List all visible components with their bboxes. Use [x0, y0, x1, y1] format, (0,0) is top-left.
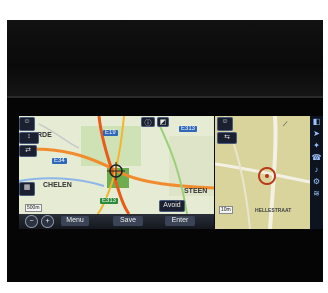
bezel-divider: [7, 96, 323, 98]
road-shield-e34: E34: [52, 158, 67, 164]
phone-icon[interactable]: ☎: [310, 152, 323, 164]
music-icon[interactable]: ♪: [310, 164, 323, 176]
scale-indicator-left: 500m: [25, 204, 42, 212]
map-icon[interactable]: ◧: [310, 116, 323, 128]
info-icon[interactable]: ⓘ: [141, 117, 155, 127]
navigation-screen: RDE CHELEN STEEN E19 E313 E34 E313 ☺ ↕ ⇄…: [19, 116, 323, 229]
enter-button[interactable]: Enter: [165, 216, 195, 226]
arrow-icon[interactable]: ➤: [310, 128, 323, 140]
detail-map[interactable]: ☺ ⇆ ⟋ HELLESTRAAT 10m: [215, 116, 310, 229]
user-icon[interactable]: ☺: [19, 117, 35, 131]
street-label-top: ⟋: [283, 122, 288, 128]
side-icon-rail: ◧ ➤ ✦ ☎ ♪ ⚙ ≋: [310, 116, 323, 229]
scale-indicator-right: 10m: [219, 206, 233, 214]
menu-button[interactable]: Menu: [61, 216, 89, 226]
compass-icon-right[interactable]: ⇆: [217, 132, 237, 144]
road-shield-e313: E313: [179, 126, 198, 132]
map-mode-icon[interactable]: ▦: [19, 182, 35, 196]
user-icon-right[interactable]: ☺: [217, 117, 233, 131]
main-map[interactable]: RDE CHELEN STEEN E19 E313 E34 E313 ☺ ↕ ⇄…: [19, 116, 214, 214]
street-label-hellestraat: HELLESTRAAT: [255, 208, 292, 214]
zoom-icon[interactable]: ⇄: [19, 145, 37, 157]
overlay-icon[interactable]: ◩: [157, 117, 169, 127]
settings-icon[interactable]: ⚙: [310, 176, 323, 188]
save-button[interactable]: Save: [113, 216, 143, 226]
map-label-rde: RDE: [37, 132, 52, 139]
map-label-chelen: CHELEN: [43, 182, 72, 189]
top-bezel: [7, 20, 323, 98]
road-shield-e19: E19: [103, 130, 118, 136]
north-up-icon[interactable]: ↕: [19, 132, 39, 144]
climate-icon[interactable]: ≋: [310, 188, 323, 200]
road-shield-e313-2: E313: [100, 198, 119, 204]
display-frame: RDE CHELEN STEEN E19 E313 E34 E313 ☺ ↕ ⇄…: [7, 20, 323, 282]
map-label-steen: STEEN: [184, 188, 208, 195]
zoom-out-icon[interactable]: −: [25, 215, 38, 228]
bottom-toolbar: − + Menu Save Enter: [19, 214, 214, 229]
zoom-in-icon[interactable]: +: [41, 215, 54, 228]
compass-icon[interactable]: ✦: [310, 140, 323, 152]
avoid-button[interactable]: Avoid: [159, 200, 185, 212]
